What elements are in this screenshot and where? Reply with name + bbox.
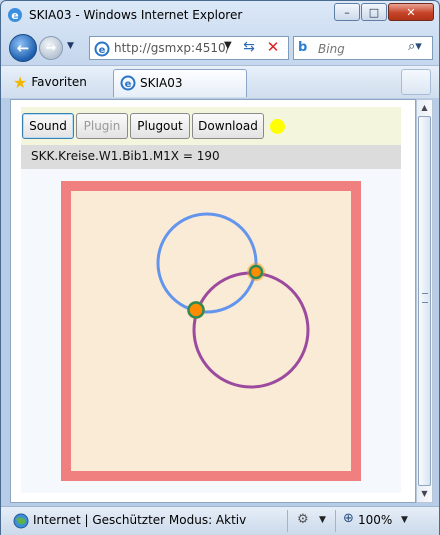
back-button[interactable]: ←	[9, 34, 37, 62]
intersection-marker-upper[interactable]	[247, 263, 265, 281]
star-icon: ★	[13, 72, 28, 92]
tab-skia03[interactable]: e SKIA03	[113, 69, 247, 97]
address-bar[interactable]: e http://gsmxp:4510/ ▼ ⇆ ✕	[89, 36, 289, 60]
ie-app-icon: e	[8, 8, 22, 22]
address-dropdown-icon[interactable]: ▼	[224, 40, 232, 51]
security-dropdown-icon[interactable]: ▼	[319, 515, 326, 525]
variable-status-text: SKK.Kreise.W1.Bib1.M1X = 190	[31, 149, 220, 163]
circles-canvas	[61, 181, 361, 481]
search-box: b ⌕▾	[293, 36, 433, 60]
zoom-level[interactable]: 100%	[358, 513, 392, 527]
page-icon: e	[94, 41, 110, 57]
browser-window: e SKIA03 - Windows Internet Explorer – □…	[0, 0, 440, 535]
scrollbar-thumb[interactable]	[418, 116, 431, 486]
vertical-scrollbar[interactable]: ▲ ▼	[416, 99, 433, 503]
favorites-label: Favoriten	[31, 75, 87, 89]
grip-icon	[422, 293, 428, 303]
forward-button[interactable]: →	[39, 36, 63, 60]
maximize-icon: □	[368, 5, 380, 19]
app-toolbar: Sound Plugin Plugout Download	[21, 107, 401, 145]
status-bar: Internet | Geschützter Modus: Aktiv ⚙ ▼ …	[1, 506, 439, 535]
address-url[interactable]: http://gsmxp:4510/	[114, 41, 230, 55]
bing-icon: b	[298, 40, 308, 55]
variable-status-line: SKK.Kreise.W1.Bib1.M1X = 190	[21, 145, 401, 169]
search-dropdown-icon[interactable]: ▾	[415, 39, 422, 54]
close-button[interactable]: ✕	[388, 3, 434, 21]
search-input[interactable]	[316, 39, 408, 59]
close-icon: ✕	[406, 5, 416, 19]
stop-icon[interactable]: ✕	[264, 38, 282, 56]
download-button[interactable]: Download	[192, 113, 264, 139]
plugout-button[interactable]: Plugout	[130, 113, 190, 139]
intersection-marker-lower[interactable]	[187, 301, 205, 319]
forward-arrow-icon: →	[45, 40, 57, 56]
title-bar: e SKIA03 - Windows Internet Explorer – □…	[1, 1, 439, 29]
svg-text:e: e	[125, 79, 132, 90]
favorites-bar: ★ Favoriten e SKIA03	[1, 65, 439, 98]
security-zone-text: Internet | Geschützter Modus: Aktiv	[33, 513, 247, 527]
tab-label: SKIA03	[140, 76, 183, 90]
sound-button[interactable]: Sound	[22, 113, 74, 139]
plugin-button[interactable]: Plugin	[76, 113, 128, 139]
page-icon: e	[120, 75, 136, 91]
security-settings-icon[interactable]: ⚙	[297, 512, 309, 527]
favorites-button[interactable]: ★ Favoriten	[13, 72, 87, 92]
minimize-button[interactable]: –	[334, 3, 360, 21]
back-arrow-icon: ←	[16, 39, 30, 57]
scroll-up-icon[interactable]: ▲	[418, 101, 431, 115]
svg-text:e: e	[11, 9, 18, 22]
refresh-icon[interactable]: ⇆	[240, 39, 258, 57]
minimize-icon: –	[344, 5, 350, 19]
zoom-icon[interactable]: ⊕	[343, 511, 354, 526]
globe-icon	[13, 513, 29, 529]
zoom-dropdown-icon[interactable]: ▼	[401, 515, 408, 525]
search-icon[interactable]: ⌕▾	[408, 39, 422, 54]
recent-pages-dropdown[interactable]: ▼	[67, 41, 74, 51]
svg-text:e: e	[99, 45, 106, 56]
window-title: SKIA03 - Windows Internet Explorer	[29, 8, 243, 22]
maximize-button[interactable]: □	[361, 3, 387, 21]
status-separator	[287, 510, 288, 532]
new-tab-button[interactable]	[401, 69, 431, 95]
navigation-bar: ← → ▼ e http://gsmxp:4510/ ▼ ⇆ ✕ b ⌕▾	[1, 31, 439, 65]
status-separator	[335, 510, 336, 532]
status-indicator	[270, 119, 285, 134]
page-viewport: Sound Plugin Plugout Download SKK.Kreise…	[10, 99, 416, 503]
scroll-down-icon[interactable]: ▼	[418, 487, 431, 501]
